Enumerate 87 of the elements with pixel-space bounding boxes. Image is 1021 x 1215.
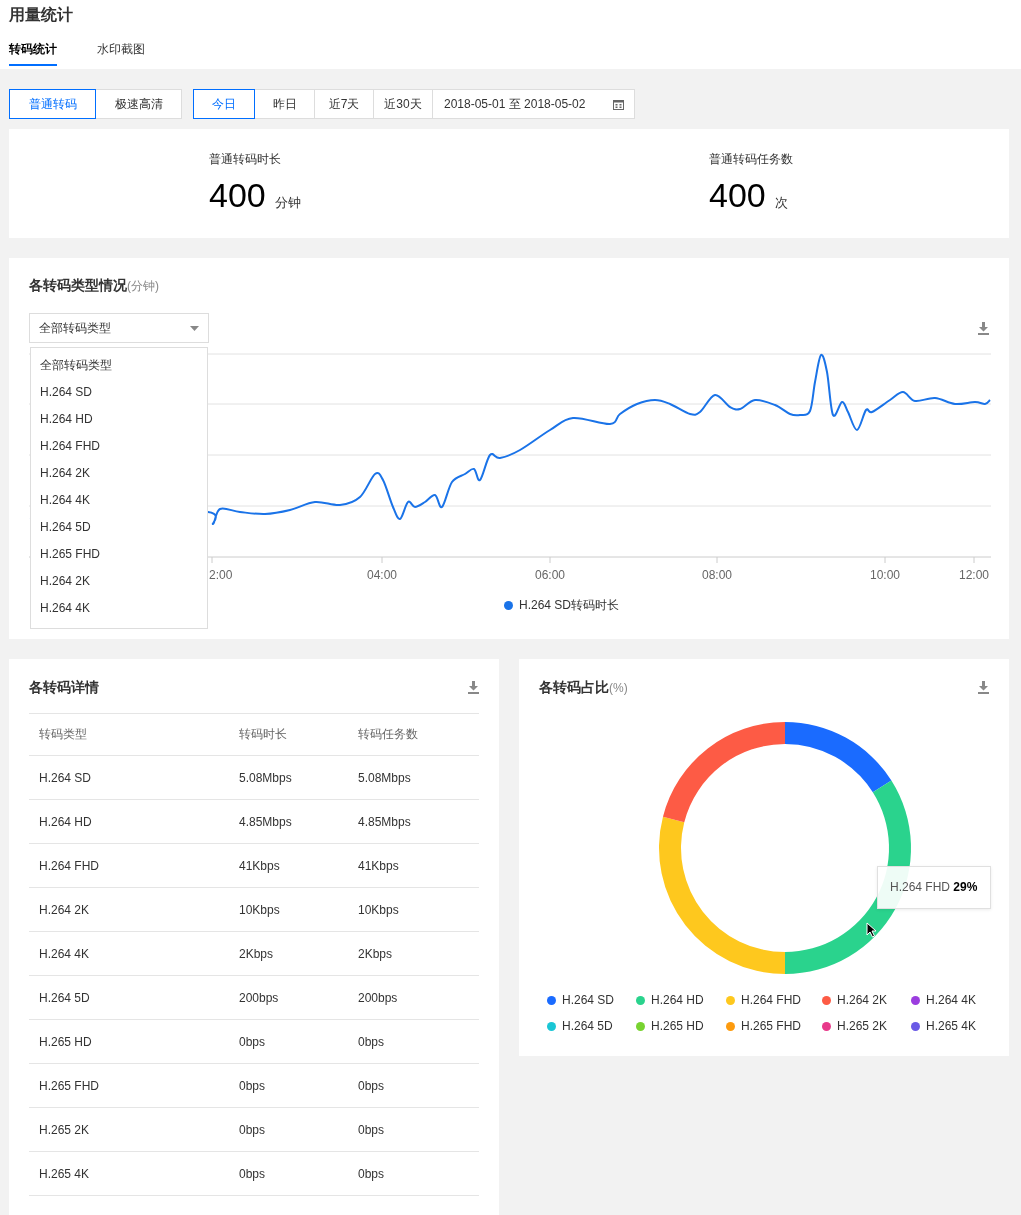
table-cell: 0bps — [348, 1063, 479, 1108]
table-cell: 2Kbps — [348, 931, 479, 976]
card-title: 各转码占比(%) — [539, 678, 628, 697]
table-cell: 4.85Mbps — [229, 799, 348, 844]
axis-label: 10:00 — [870, 568, 900, 582]
stat-value: 400 — [709, 175, 766, 215]
tab[interactable]: 水印截图 — [97, 39, 145, 66]
column-header: 转码任务数 — [348, 713, 479, 756]
legend-label: H.265 4K — [926, 1019, 977, 1033]
table-cell: H.264 2K — [29, 887, 229, 932]
table-cell: 200bps — [229, 975, 348, 1020]
table-cell: 2Kbps — [229, 931, 348, 976]
card-title: 各转码类型情况(分钟) — [29, 277, 159, 293]
table-cell: 200bps — [348, 975, 479, 1020]
download-icon[interactable] — [468, 680, 479, 694]
table-cell: H.265 2K — [29, 1107, 229, 1152]
download-icon[interactable] — [978, 681, 989, 694]
table-cell: H.265 FHD — [29, 1063, 229, 1108]
legend-label: H.264 2K — [837, 993, 888, 1007]
menu-item[interactable]: H.264 4K — [31, 487, 207, 514]
column-header: 转码时长 — [229, 713, 348, 756]
table-cell: 0bps — [229, 1107, 348, 1152]
table-cell: 0bps — [348, 1151, 479, 1196]
legend-label: H.264 SD — [562, 993, 615, 1007]
page-title: 用量统计 — [9, 5, 74, 25]
table-cell: 41Kbps — [348, 843, 479, 888]
column-header: 转码类型 — [29, 713, 229, 756]
stat-value: 400 — [209, 175, 266, 215]
mode-button[interactable]: 极速高清 — [95, 89, 182, 119]
menu-item[interactable]: 全部转码类型 — [31, 352, 207, 379]
legend-label: H.264 4K — [926, 993, 977, 1007]
table-cell: H.264 FHD — [29, 843, 229, 888]
date-button[interactable]: 近30天 — [373, 89, 433, 119]
table-cell: H.264 5D — [29, 975, 229, 1020]
type-select[interactable]: 全部转码类型 — [29, 313, 209, 343]
tab[interactable]: 转码统计 — [9, 39, 57, 66]
download-icon[interactable] — [978, 321, 989, 335]
table-cell: H.264 SD — [29, 755, 229, 800]
legend-label: H.264 5D — [562, 1019, 613, 1033]
table-cell: 5.08Mbps — [229, 755, 348, 800]
table-cell: 10Kbps — [229, 887, 348, 932]
legend-label: H.265 HD — [651, 1019, 704, 1033]
table-cell: 0bps — [348, 1019, 479, 1064]
stat-unit: 分钟 — [274, 194, 301, 212]
table-cell: 5.08Mbps — [348, 755, 479, 800]
table-cell: H.265 HD — [29, 1019, 229, 1064]
tooltip: H.264 FHD 29% — [877, 866, 991, 909]
table-cell: 0bps — [229, 1151, 348, 1196]
menu-item[interactable]: H.265 FHD — [31, 541, 207, 568]
stat-label: 普通转码时长 — [209, 151, 282, 167]
axis-label: 2:00 — [209, 568, 233, 582]
menu-item[interactable]: H.264 4K — [31, 595, 207, 622]
menu-item[interactable]: H.264 HD — [31, 406, 207, 433]
date-button[interactable]: 近7天 — [314, 89, 374, 119]
calendar-icon — [613, 98, 624, 110]
axis-label: 04:00 — [367, 568, 397, 582]
axis-label: 12:00 — [959, 568, 989, 582]
table-cell: 0bps — [348, 1107, 479, 1152]
date-button[interactable]: 今日 — [193, 89, 255, 119]
mode-button[interactable]: 普通转码 — [9, 89, 96, 119]
legend-label: H.264 FHD — [741, 993, 802, 1007]
table-cell: 0bps — [229, 1063, 348, 1108]
axis-label: 08:00 — [702, 568, 732, 582]
legend-dot — [504, 601, 513, 610]
table-cell: 41Kbps — [229, 843, 348, 888]
table-cell: H.264 4K — [29, 931, 229, 976]
date-button[interactable]: 昨日 — [254, 89, 315, 119]
cursor-icon — [866, 922, 877, 938]
axis-label: 06:00 — [535, 568, 565, 582]
menu-item[interactable]: H.264 5D — [31, 514, 207, 541]
stat-label: 普通转码任务数 — [709, 151, 794, 167]
table-cell: 4.85Mbps — [348, 799, 479, 844]
legend-label: H.264 SD转码时长 — [519, 597, 619, 614]
menu-item[interactable]: H.264 2K — [31, 568, 207, 595]
card-title: 各转码详情 — [29, 678, 99, 696]
date-range-field[interactable]: 2018-05-01 至 2018-05-02 — [432, 89, 635, 119]
table-cell: H.265 4K — [29, 1151, 229, 1196]
menu-item[interactable]: H.264 2K — [31, 460, 207, 487]
legend-label: H.265 FHD — [741, 1019, 802, 1033]
legend-label: H.264 HD — [651, 993, 704, 1007]
menu-item[interactable]: H.264 FHD — [31, 433, 207, 460]
legend-label: H.265 2K — [837, 1019, 888, 1033]
table-cell: H.264 HD — [29, 799, 229, 844]
table-cell: 10Kbps — [348, 887, 479, 932]
table-cell: 0bps — [229, 1019, 348, 1064]
stat-unit: 次 — [774, 194, 788, 212]
menu-item[interactable]: H.264 SD — [31, 379, 207, 406]
